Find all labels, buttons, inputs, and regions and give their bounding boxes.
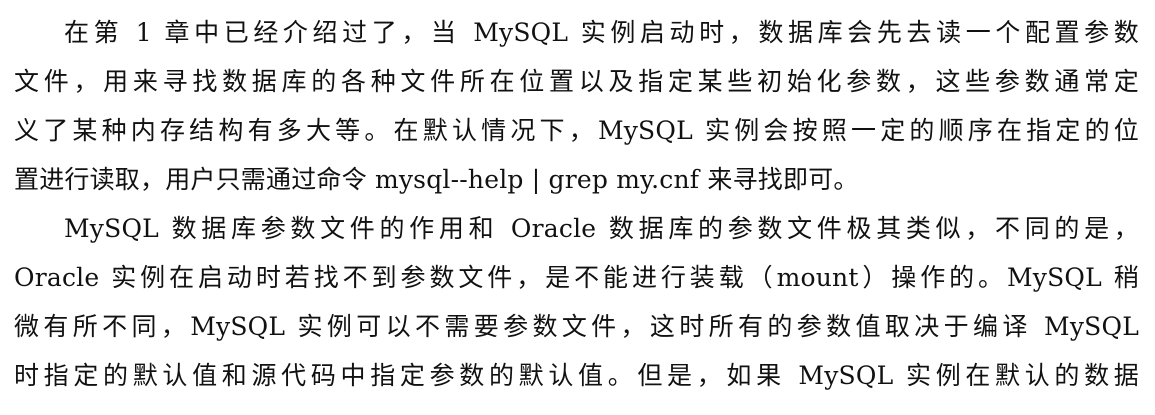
paragraph-2-line-3: 微有所不同，MySQL 实例可以不需要参数文件，这时所有的参数值取决于编译 My…: [14, 312, 1139, 341]
paragraph-2-line-2: Oracle 实例在启动时若找不到参数文件，是不能进行装载（mount）操作的。…: [14, 263, 1139, 292]
paragraph-2: MySQL 数据库参数文件的作用和 Oracle 数据库的参数文件极其类似，不同…: [14, 204, 1139, 400]
paragraph-2-line-1: MySQL 数据库参数文件的作用和 Oracle 数据库的参数文件极其类似，不同…: [64, 214, 1139, 243]
paragraph-1: 在第 1 章中已经介绍过了，当 MySQL 实例启动时，数据库会先去读一个配置参…: [14, 8, 1139, 204]
document-page: 在第 1 章中已经介绍过了，当 MySQL 实例启动时，数据库会先去读一个配置参…: [0, 0, 1155, 415]
paragraph-1-line-1: 在第 1 章中已经介绍过了，当 MySQL 实例启动时，数据库会先去读一个配置参…: [64, 18, 1139, 47]
paragraph-1-line-4: 置进行读取，用户只需通过命令 mysql--help | grep my.cnf…: [14, 165, 859, 194]
paragraph-2-line-4: 时指定的默认值和源代码中指定参数的默认值。但是，如果 MySQL 实例在默认的数…: [14, 361, 1139, 390]
paragraph-1-line-3: 义了某种内存结构有多大等。在默认情况下，MySQL 实例会按照一定的顺序在指定的…: [14, 116, 1139, 145]
paragraph-1-line-2: 文件，用来寻找数据库的各种文件所在位置以及指定某些初始化参数，这些参数通常定: [14, 67, 1139, 96]
